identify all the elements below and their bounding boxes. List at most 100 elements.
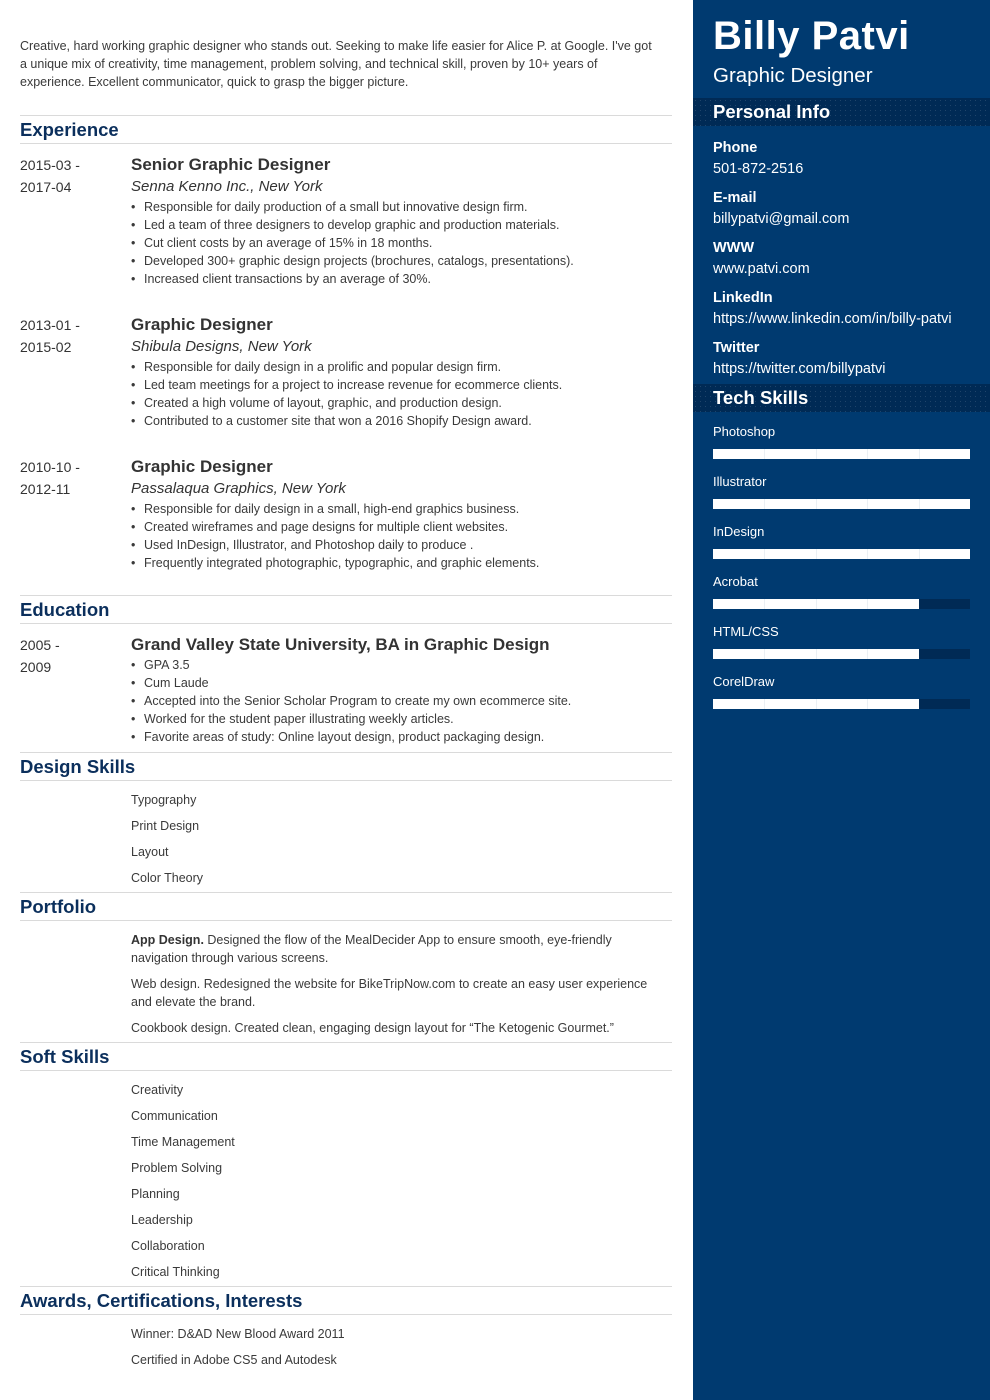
skill-name: Illustrator bbox=[713, 474, 767, 489]
skill-bar-segment-divider bbox=[918, 599, 920, 609]
tech-skill: CorelDraw bbox=[713, 674, 970, 709]
bullet-item: Cut client costs by an average of 15% in… bbox=[131, 234, 676, 252]
tech-skill: Photoshop bbox=[713, 424, 970, 459]
linkedin-link[interactable]: https://www.linkedin.com/in/billy-patvi bbox=[713, 308, 983, 330]
soft-skill-item: Collaboration bbox=[131, 1239, 205, 1253]
tech-skill: HTML/CSS bbox=[713, 624, 970, 659]
email-link[interactable]: billypatvi@gmail.com bbox=[713, 208, 983, 230]
bullet-item: Increased client transactions by an aver… bbox=[131, 270, 676, 288]
portfolio-heading: Portfolio bbox=[20, 892, 672, 921]
bullet-item: Led a team of three designers to develop… bbox=[131, 216, 676, 234]
entry-body: Graphic Designer Shibula Designs, New Yo… bbox=[131, 314, 676, 430]
info-email: E-mail billypatvi@gmail.com bbox=[713, 188, 983, 230]
job-title: Graphic Designer bbox=[131, 315, 273, 334]
skill-bar bbox=[713, 599, 970, 609]
portfolio-item: App Design. Designed the flow of the Mea… bbox=[131, 931, 671, 967]
portfolio-item-text: Web design. Redesigned the website for B… bbox=[131, 977, 648, 1009]
skill-bar-segment-divider bbox=[918, 499, 920, 509]
skill-bar-segment-divider bbox=[764, 699, 766, 709]
entry-body: Senior Graphic Designer Senna Kenno Inc.… bbox=[131, 154, 676, 288]
soft-skill-item: Time Management bbox=[131, 1135, 235, 1149]
info-phone: Phone 501-872-2516 bbox=[713, 138, 983, 180]
entry-dates: 2010-10 - 2012-11 bbox=[20, 456, 120, 500]
date-start: 2013-01 - bbox=[20, 317, 80, 333]
design-skills-heading-text: Design Skills bbox=[20, 756, 136, 777]
awards-heading-text: Awards, Certifications, Interests bbox=[20, 1290, 303, 1311]
skill-bar bbox=[713, 699, 970, 709]
experience-heading: Experience bbox=[20, 115, 672, 144]
bullet-item: Created a high volume of layout, graphic… bbox=[131, 394, 676, 412]
tech-skills-heading-text: Tech Skills bbox=[713, 387, 809, 408]
company: Passalaqua Graphics, New York bbox=[131, 480, 346, 497]
design-skill-item: Layout bbox=[131, 845, 169, 859]
portfolio-item-title: App Design. bbox=[131, 933, 204, 947]
soft-skill-item: Leadership bbox=[131, 1213, 193, 1227]
skill-bar-segment-divider bbox=[764, 599, 766, 609]
entry-dates: 2013-01 - 2015-02 bbox=[20, 314, 120, 358]
date-end: 2015-02 bbox=[20, 339, 72, 355]
soft-skill-item: Creativity bbox=[131, 1083, 184, 1097]
skill-bar-fill bbox=[713, 549, 970, 559]
skill-bar-segment-divider bbox=[918, 649, 920, 659]
bullet-item: Cum Laude bbox=[131, 674, 676, 692]
design-skill-item: Print Design bbox=[131, 819, 200, 833]
tech-skill: InDesign bbox=[713, 524, 970, 559]
skill-bar bbox=[713, 499, 970, 509]
info-label: Phone bbox=[713, 140, 758, 156]
bullet-list: Responsible for daily design in a small,… bbox=[131, 500, 676, 572]
education-heading-text: Education bbox=[20, 599, 110, 620]
date-start: 2010-10 - bbox=[20, 459, 80, 475]
main-column: Creative, hard working graphic designer … bbox=[0, 0, 693, 1400]
skill-bar-segment-divider bbox=[764, 449, 766, 459]
skill-bar-segment-divider bbox=[815, 599, 817, 609]
bullet-item: Developed 300+ graphic design projects (… bbox=[131, 252, 676, 270]
tech-skill: Acrobat bbox=[713, 574, 970, 609]
skill-bar-segment-divider bbox=[867, 499, 869, 509]
twitter-link[interactable]: https://twitter.com/billypatvi bbox=[713, 358, 983, 380]
skill-bar-segment-divider bbox=[918, 549, 920, 559]
skill-bar-segment-divider bbox=[815, 549, 817, 559]
summary: Creative, hard working graphic designer … bbox=[20, 39, 652, 89]
skill-bar-segment-divider bbox=[815, 649, 817, 659]
tech-skills-heading: Tech Skills bbox=[693, 384, 990, 412]
bullet-item: Used InDesign, Illustrator, and Photosho… bbox=[131, 536, 676, 554]
bullet-item: Contributed to a customer site that won … bbox=[131, 412, 676, 430]
awards-list: Winner: D&AD New Blood Award 2011 Certif… bbox=[131, 1325, 671, 1377]
skill-bar-segment-divider bbox=[764, 649, 766, 659]
portfolio-item: Web design. Redesigned the website for B… bbox=[131, 975, 671, 1011]
skill-bar-fill bbox=[713, 449, 970, 459]
skill-bar-segment-divider bbox=[815, 499, 817, 509]
soft-skills-heading-text: Soft Skills bbox=[20, 1046, 110, 1067]
soft-skills-heading: Soft Skills bbox=[20, 1042, 672, 1071]
job-title: Graphic Designer bbox=[131, 457, 273, 476]
portfolio-item: Cookbook design. Created clean, engaging… bbox=[131, 1019, 671, 1037]
skill-name: Photoshop bbox=[713, 424, 776, 439]
skill-bar bbox=[713, 449, 970, 459]
awards-heading: Awards, Certifications, Interests bbox=[20, 1286, 672, 1315]
bullet-item: Favorite areas of study: Online layout d… bbox=[131, 728, 676, 746]
website-link[interactable]: www.patvi.com bbox=[713, 258, 983, 280]
soft-skill-item: Communication bbox=[131, 1109, 218, 1123]
tech-skill: Illustrator bbox=[713, 474, 970, 509]
candidate-role: Graphic Designer bbox=[713, 64, 873, 87]
candidate-name: Billy Patvi bbox=[713, 14, 910, 58]
skill-name: InDesign bbox=[713, 524, 765, 539]
skill-bar bbox=[713, 549, 970, 559]
bullet-item: Responsible for daily design in a small,… bbox=[131, 500, 676, 518]
skill-name: Acrobat bbox=[713, 574, 758, 589]
experience-heading-text: Experience bbox=[20, 119, 119, 140]
skill-bar-segment-divider bbox=[867, 549, 869, 559]
design-skills-list: Typography Print Design Layout Color The… bbox=[131, 791, 671, 895]
entry-dates: 2005 - 2009 bbox=[20, 634, 120, 678]
bullet-item: Responsible for daily production of a sm… bbox=[131, 198, 676, 216]
bullet-list: GPA 3.5 Cum Laude Accepted into the Seni… bbox=[131, 656, 676, 746]
portfolio-heading-text: Portfolio bbox=[20, 896, 97, 917]
date-start: 2005 - bbox=[20, 637, 60, 653]
design-skill-item: Typography bbox=[131, 793, 197, 807]
bullet-list: Responsible for daily design in a prolif… bbox=[131, 358, 676, 430]
date-end: 2012-11 bbox=[20, 481, 71, 497]
bullet-item: Created wireframes and page designs for … bbox=[131, 518, 676, 536]
bullet-item: Accepted into the Senior Scholar Program… bbox=[131, 692, 676, 710]
soft-skill-item: Planning bbox=[131, 1187, 180, 1201]
portfolio-item-text: Designed the flow of the MealDecider App… bbox=[131, 933, 612, 965]
